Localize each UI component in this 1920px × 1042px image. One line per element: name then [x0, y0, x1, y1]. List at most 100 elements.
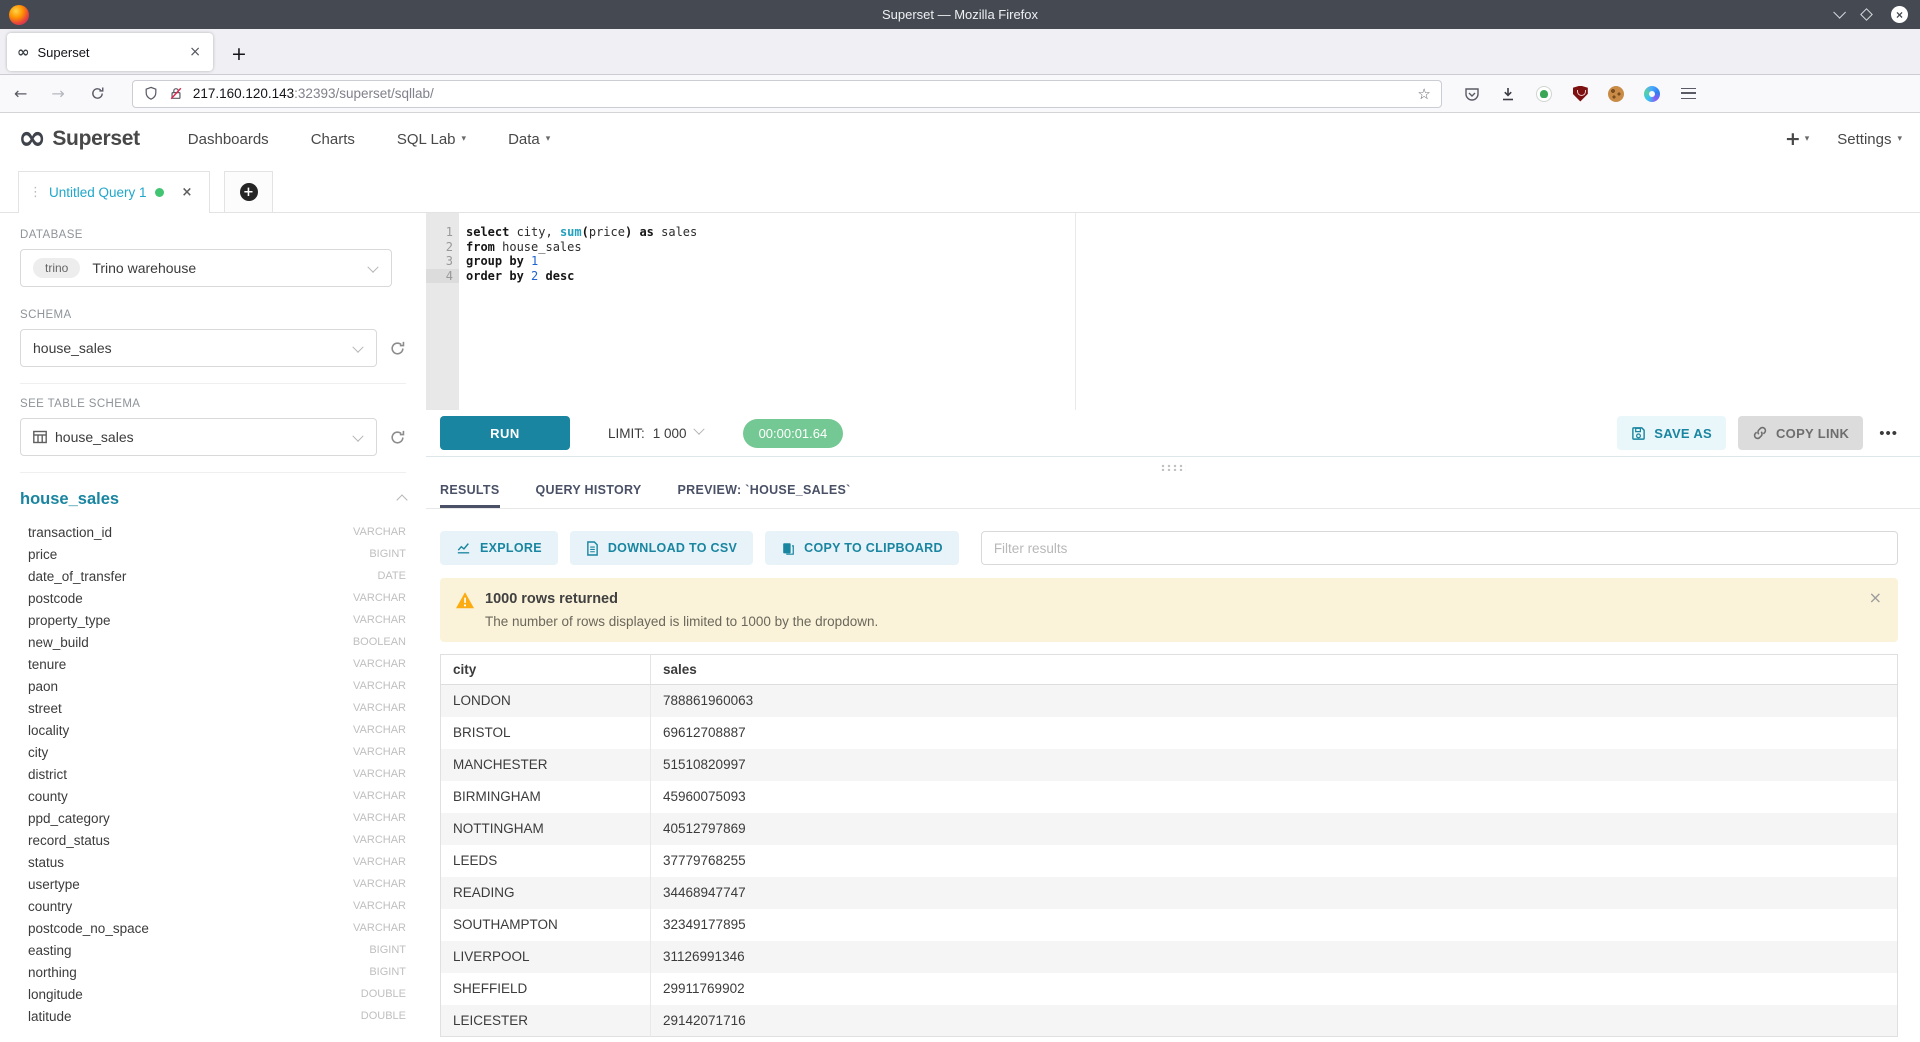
sql-editor[interactable]: 1234 select city, sum(price) as salesfro… — [426, 213, 1920, 410]
collapse-chevron-icon[interactable] — [396, 494, 407, 505]
cell-sales: 37779768255 — [651, 845, 1898, 877]
tab-preview[interactable]: PREVIEW: `HOUSE_SALES` — [678, 478, 851, 508]
cell-sales: 40512797869 — [651, 813, 1898, 845]
tracking-shield-icon[interactable] — [143, 85, 160, 102]
limit-dropdown[interactable]: LIMIT: 1 000 — [608, 426, 703, 441]
url-bar[interactable]: 217.160.120.143:32393/superset/sqllab/ ☆ — [132, 80, 1442, 108]
query-timer-badge: 00:00:01.64 — [743, 419, 844, 448]
alert-close-icon[interactable]: × — [1869, 588, 1882, 607]
column-row: statusVARCHAR — [20, 851, 406, 873]
query-tab-close-icon[interactable]: × — [182, 185, 193, 200]
code-line: order by 2 desc — [466, 269, 1920, 284]
cell-sales: 51510820997 — [651, 749, 1898, 781]
cell-sales: 29142071716 — [651, 1005, 1898, 1037]
filter-results-input[interactable] — [981, 531, 1898, 565]
cookie-extension-icon[interactable] — [1608, 85, 1625, 102]
column-name: price — [28, 547, 57, 562]
bookmark-star-icon[interactable]: ☆ — [1417, 85, 1430, 103]
divider — [20, 383, 406, 384]
table-row: LEEDS37779768255 — [441, 845, 1898, 877]
column-row: priceBIGINT — [20, 543, 406, 565]
menu-hamburger-icon[interactable] — [1680, 85, 1697, 102]
column-type: VARCHAR — [353, 724, 406, 736]
schema-select[interactable]: house_sales — [20, 329, 377, 367]
table-select[interactable]: house_sales — [20, 418, 377, 456]
alert-body: The number of rows displayed is limited … — [485, 614, 878, 629]
query-status-dot — [155, 188, 164, 197]
clipboard-icon — [781, 541, 795, 556]
maximize-icon[interactable] — [1860, 8, 1873, 21]
tab-results[interactable]: RESULTS — [440, 478, 500, 508]
column-header-city[interactable]: city — [441, 655, 651, 685]
column-row: streetVARCHAR — [20, 697, 406, 719]
back-icon[interactable]: ← — [14, 86, 27, 102]
code-line: group by 1 — [466, 254, 1920, 269]
column-name: easting — [28, 943, 72, 958]
chart-icon — [456, 541, 471, 555]
nav-item-sql-lab[interactable]: SQL Lab▾ — [397, 131, 466, 148]
settings-menu[interactable]: Settings▾ — [1837, 131, 1902, 148]
minimize-icon[interactable] — [1833, 6, 1846, 19]
sql-lab-sidebar: DATABASE trino Trino warehouse SCHEMA ho… — [0, 213, 426, 1042]
column-row: countryVARCHAR — [20, 895, 406, 917]
copy-clipboard-button[interactable]: COPY TO CLIPBOARD — [765, 531, 959, 565]
column-name: paon — [28, 679, 58, 694]
pane-drag-grip[interactable] — [1160, 464, 1186, 471]
column-name: northing — [28, 965, 77, 980]
divider — [20, 472, 406, 473]
warning-triangle-icon — [455, 591, 475, 629]
database-select[interactable]: trino Trino warehouse — [20, 249, 392, 287]
reload-icon[interactable] — [89, 85, 106, 102]
column-type: BOOLEAN — [353, 636, 406, 648]
column-name: street — [28, 701, 62, 716]
nav-item-dashboards[interactable]: Dashboards — [188, 131, 269, 148]
query-tab[interactable]: ⋮ Untitled Query 1 × — [18, 171, 210, 213]
line-number: 2 — [426, 240, 459, 255]
forward-icon[interactable]: → — [51, 86, 64, 102]
window-close-icon[interactable]: × — [1891, 6, 1908, 23]
downloads-icon[interactable] — [1500, 85, 1517, 102]
app-navbar: ∞ Superset Dashboards Charts SQL Lab▾ Da… — [0, 113, 1920, 165]
extension-pinwheel-icon[interactable] — [1644, 85, 1661, 102]
ublock-icon[interactable] — [1572, 85, 1589, 102]
more-menu-button[interactable]: ••• — [1879, 425, 1898, 442]
column-type: VARCHAR — [353, 922, 406, 934]
new-tab-button[interactable]: + — [231, 45, 247, 64]
schema-label: SCHEMA — [20, 309, 406, 321]
nav-item-charts[interactable]: Charts — [311, 131, 355, 148]
column-type: DOUBLE — [361, 1010, 406, 1022]
pocket-icon[interactable] — [1464, 85, 1481, 102]
url-text[interactable]: 217.160.120.143:32393/superset/sqllab/ — [193, 86, 1410, 101]
superset-logo[interactable]: ∞ Superset — [18, 125, 140, 152]
code-area[interactable]: select city, sum(price) as salesfrom hou… — [459, 213, 1920, 410]
line-number: 3 — [426, 254, 459, 269]
save-as-button[interactable]: SAVE AS — [1617, 416, 1726, 450]
add-new-button[interactable]: +▾ — [1785, 128, 1809, 150]
column-row: paonVARCHAR — [20, 675, 406, 697]
explore-button[interactable]: EXPLORE — [440, 531, 558, 565]
add-query-tab[interactable]: + — [224, 171, 273, 212]
drag-handle-icon[interactable]: ⋮ — [29, 185, 41, 200]
copy-link-button[interactable]: COPY LINK — [1738, 416, 1863, 450]
column-header-sales[interactable]: sales — [651, 655, 1898, 685]
column-name: new_build — [28, 635, 89, 650]
table-row: LONDON788861960063 — [441, 685, 1898, 717]
column-row: longitudeDOUBLE — [20, 983, 406, 1005]
superset-favicon: ∞ — [17, 45, 30, 60]
column-row: cityVARCHAR — [20, 741, 406, 763]
insecure-lock-icon[interactable] — [168, 85, 185, 102]
download-csv-button[interactable]: DOWNLOAD TO CSV — [570, 531, 753, 565]
run-button[interactable]: RUN — [440, 416, 570, 450]
refresh-tables-icon[interactable] — [389, 429, 406, 446]
chevron-down-icon: ▾ — [546, 134, 551, 144]
brand-name: Superset — [52, 127, 139, 151]
chevron-down-icon: ▾ — [1805, 134, 1810, 144]
refresh-schemas-icon[interactable] — [389, 340, 406, 357]
privacy-badger-icon[interactable] — [1536, 85, 1553, 102]
tab-query-history[interactable]: QUERY HISTORY — [536, 478, 642, 508]
nav-item-data[interactable]: Data▾ — [508, 131, 550, 148]
browser-tab[interactable]: ∞ Superset × — [7, 33, 213, 71]
query-tabbar: ⋮ Untitled Query 1 × + — [0, 165, 1920, 213]
tab-close-icon[interactable]: × — [187, 44, 203, 60]
table-row: SHEFFIELD29911769902 — [441, 973, 1898, 1005]
